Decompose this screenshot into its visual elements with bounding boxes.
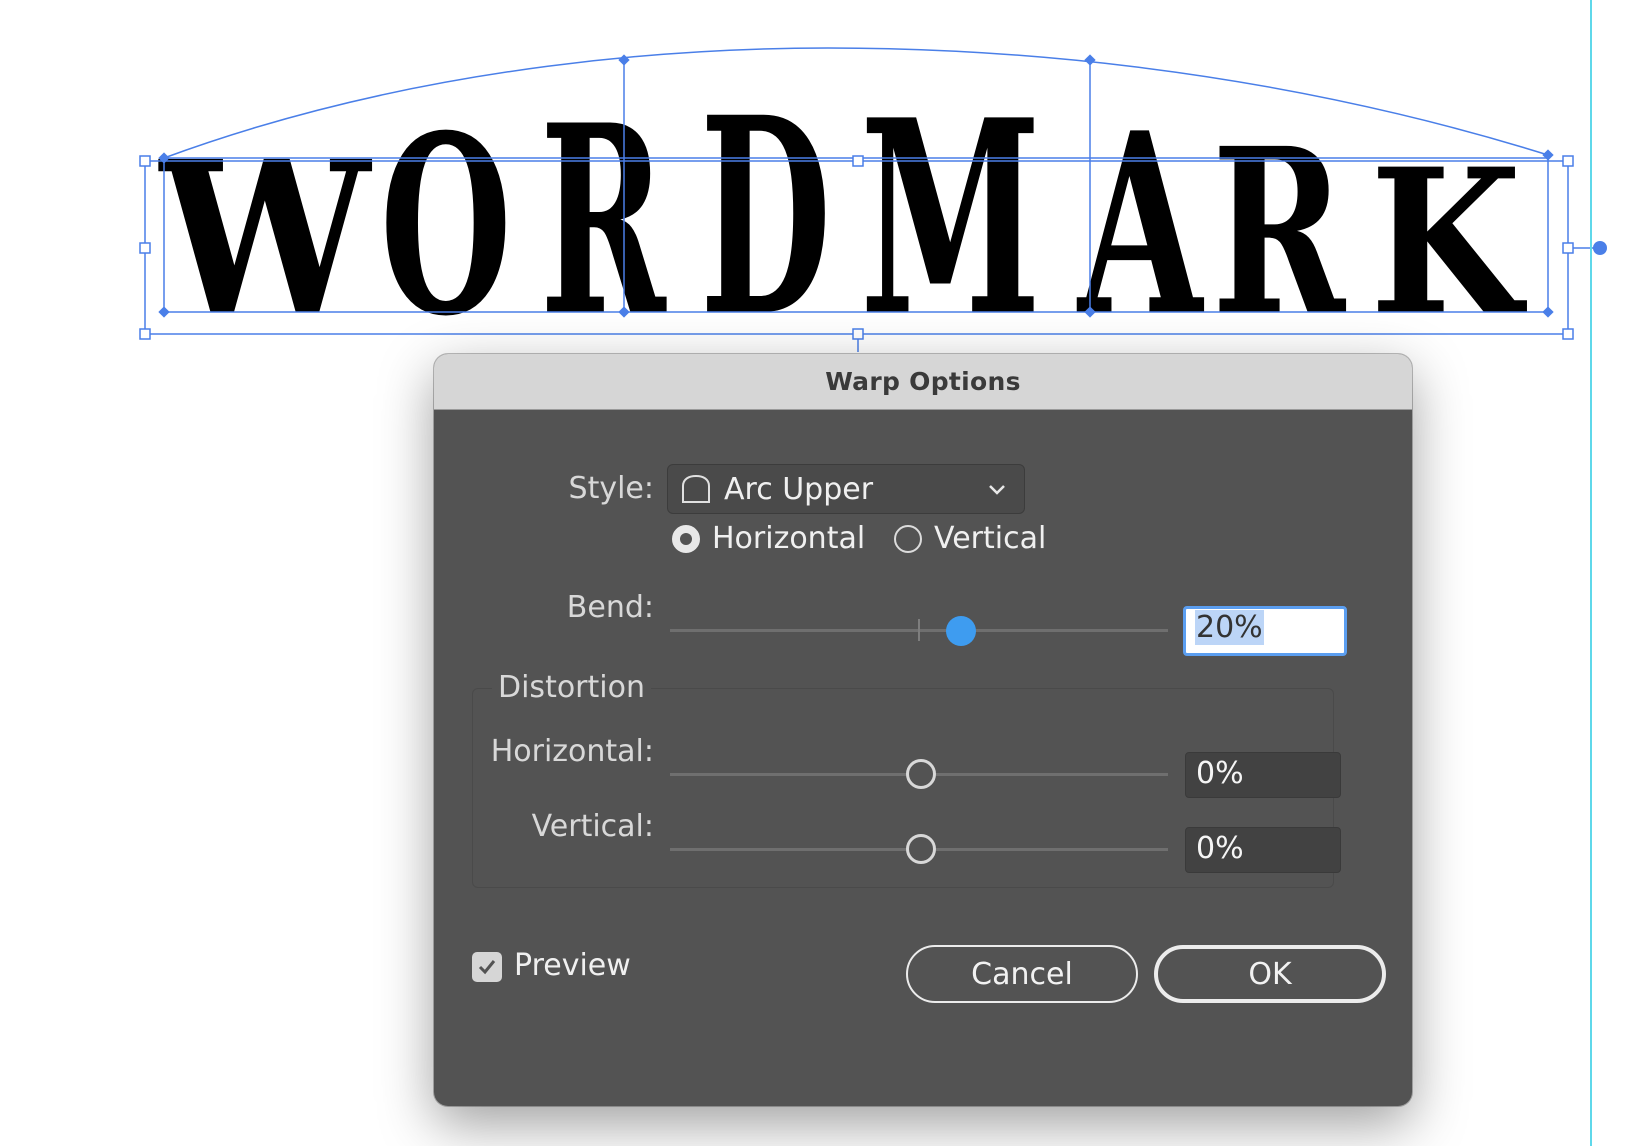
style-dropdown-value: Arc Upper — [724, 471, 874, 507]
preview-label: Preview — [514, 948, 631, 983]
glyph-M: M — [860, 62, 1041, 375]
glyph-D: D — [700, 58, 831, 376]
glyph-W: W — [158, 114, 372, 361]
bend-label: Bend: — [566, 590, 654, 625]
arc-upper-icon — [682, 474, 710, 503]
wordmark-text: W O R D M A R K — [158, 58, 1527, 376]
distortion-horizontal-value-field[interactable]: 0% — [1185, 752, 1341, 798]
chevron-down-icon — [989, 485, 1005, 495]
horizontal-radio-option[interactable]: Horizontal — [672, 521, 865, 556]
dialog-title: Warp Options — [825, 367, 1021, 396]
distortion-vertical-slider-thumb[interactable] — [906, 834, 936, 864]
horizontal-radio-label: Horizontal — [712, 521, 866, 556]
distortion-vertical-label: Vertical: — [531, 809, 654, 844]
distortion-horizontal-label: Horizontal: — [490, 734, 654, 769]
glyph-O: O — [380, 82, 512, 371]
distortion-vertical-value-field[interactable]: 0% — [1185, 827, 1341, 873]
ok-button[interactable]: OK — [1154, 945, 1386, 1003]
distortion-horizontal-slider-thumb[interactable] — [906, 759, 936, 789]
cancel-button[interactable]: Cancel — [906, 945, 1138, 1003]
bend-slider-center-tick — [918, 619, 920, 641]
vertical-radio-label: Vertical — [934, 521, 1047, 556]
checkmark-icon — [478, 960, 496, 975]
vertical-radio-option[interactable]: Vertical — [894, 521, 1046, 556]
dialog-titlebar[interactable]: Warp Options — [434, 354, 1412, 410]
bend-value-selection: 20% — [1195, 610, 1264, 645]
glyph-R: R — [540, 69, 667, 375]
style-dropdown[interactable]: Arc Upper — [667, 464, 1025, 514]
text-threading-port — [1593, 241, 1607, 255]
guide-line — [1590, 0, 1592, 1146]
horizontal-radio[interactable] — [672, 524, 700, 553]
vertical-radio[interactable] — [894, 524, 922, 553]
warp-options-dialog: Warp Options Style: Arc Upper Horizontal… — [434, 354, 1412, 1106]
preview-checkbox[interactable] — [472, 952, 502, 982]
glyph-R2: R — [1212, 99, 1346, 366]
bend-slider-thumb[interactable] — [946, 616, 976, 646]
glyph-A: A — [1076, 79, 1204, 372]
bend-value-field[interactable]: 20% — [1183, 606, 1347, 656]
distortion-legend: Distortion — [492, 670, 651, 705]
style-label: Style: — [568, 471, 654, 506]
